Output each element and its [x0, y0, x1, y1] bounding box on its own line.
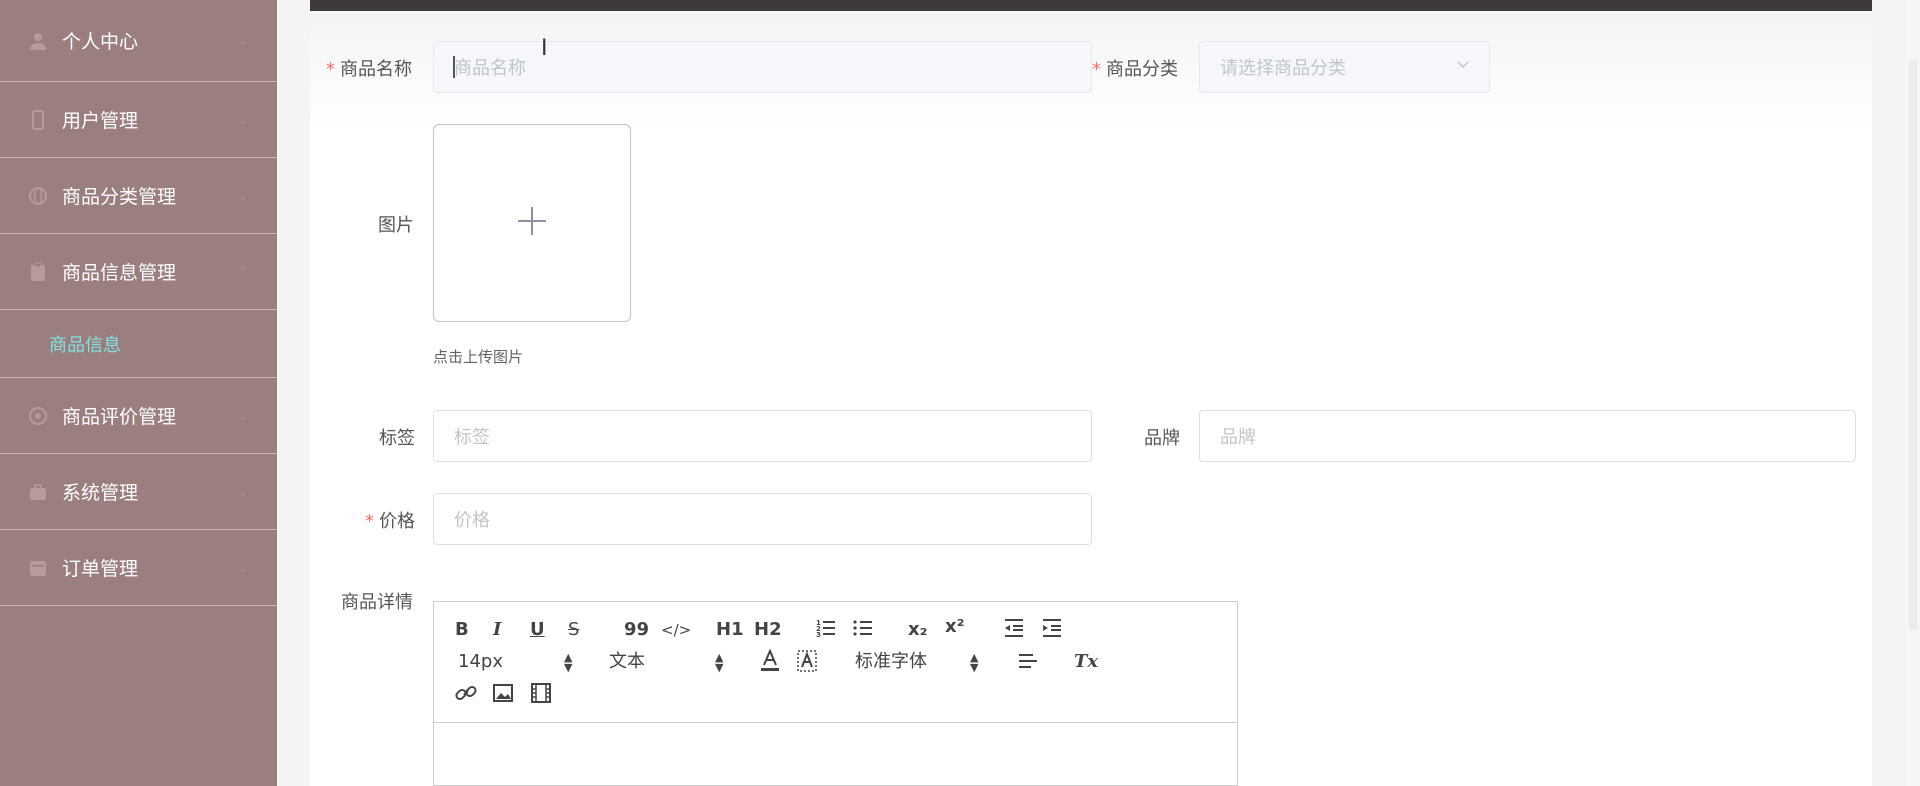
plus-icon [516, 205, 548, 241]
tag-placeholder: 标签 [454, 427, 490, 448]
ordered-list-icon[interactable]: 123 [815, 617, 837, 645]
underline-button[interactable]: U [530, 619, 545, 641]
brand-input[interactable]: 品牌 [1199, 410, 1856, 462]
block-format-value: 文本 [609, 651, 645, 672]
sidebar-item-label: 商品信息管理 [62, 262, 177, 284]
sidebar: 个人中心 ⌄ 用户管理 ⌄ 商品分类管理 ⌄ 商品信息管理 ⌃ 商品信息 商品评… [0, 0, 277, 786]
price-placeholder: 价格 [454, 510, 490, 531]
top-header-bar [310, 0, 1872, 11]
subscript-button[interactable]: x₂ [908, 619, 928, 641]
category-placeholder: 请选择商品分类 [1220, 58, 1346, 79]
chevron-down-icon: ⌄ [237, 187, 249, 204]
required-mark: * [365, 511, 374, 532]
sidebar-item-label: 订单管理 [62, 558, 139, 580]
tag-label: 标签 [379, 428, 415, 449]
clipboard-icon [28, 262, 48, 282]
price-input[interactable]: 价格 [433, 493, 1092, 545]
category-label-text: 商品分类 [1106, 59, 1178, 80]
chevron-down-icon: ⌄ [237, 559, 249, 576]
user-icon [28, 31, 48, 51]
sidebar-item-order-management[interactable]: 订单管理 ⌄ [0, 530, 277, 606]
bullet-list-icon[interactable] [852, 617, 874, 645]
product-name-label: * 商品名称 [326, 55, 412, 81]
link-icon[interactable] [455, 682, 477, 710]
globe-icon [28, 186, 48, 206]
sidebar-item-label: 商品分类管理 [62, 186, 177, 208]
sidebar-item-category-management[interactable]: 商品分类管理 ⌄ [0, 158, 277, 234]
code-button[interactable]: </> [661, 619, 691, 641]
italic-button[interactable]: I [493, 619, 501, 641]
font-family-value: 标准字体 [855, 651, 927, 672]
target-icon [28, 406, 48, 426]
category-select[interactable]: 请选择商品分类 [1199, 41, 1490, 93]
sidebar-item-label: 商品评价管理 [62, 406, 177, 428]
required-mark: * [1092, 59, 1101, 80]
tag-input[interactable]: 标签 [433, 410, 1092, 462]
font-size-select[interactable]: 14px ▲ ▼ [458, 651, 572, 673]
align-left-icon[interactable] [1017, 650, 1039, 678]
sidebar-item-label: 系统管理 [62, 482, 139, 504]
chevron-down-icon: ⌄ [237, 111, 249, 128]
rich-text-editor: B I U S 99 </> H1 H2 123 x₂ x² 14px ▲ ▼ 文… [433, 601, 1238, 786]
chevron-down-icon: ⌄ [237, 32, 249, 49]
page-scrollbar[interactable] [1906, 0, 1920, 786]
h1-button[interactable]: H1 [716, 619, 744, 641]
sidebar-subitem-label: 商品信息 [49, 334, 121, 356]
image-upload-box[interactable] [433, 124, 631, 322]
sidebar-item-personal-center[interactable]: 个人中心 ⌄ [0, 0, 277, 82]
product-name-label-text: 商品名称 [340, 59, 412, 80]
font-family-select[interactable]: 标准字体 ▲ ▼ [855, 651, 978, 673]
quote-button[interactable]: 99 [624, 619, 649, 641]
product-name-placeholder: 商品名称 [454, 58, 526, 79]
svg-text:3: 3 [816, 631, 821, 639]
outdent-icon[interactable] [1003, 617, 1025, 645]
required-mark: * [326, 59, 335, 80]
superscript-button[interactable]: x² [945, 616, 965, 638]
scrollbar-thumb[interactable] [1909, 60, 1917, 630]
h2-button[interactable]: H2 [754, 619, 782, 641]
clear-format-button[interactable]: Tx [1074, 651, 1098, 673]
briefcase-icon [28, 482, 48, 502]
select-arrows-icon: ▲ ▼ [715, 651, 724, 674]
sidebar-item-system-management[interactable]: 系统管理 ⌄ [0, 454, 277, 530]
phone-icon [28, 109, 48, 130]
select-arrows-icon: ▲ ▼ [564, 651, 573, 674]
brand-placeholder: 品牌 [1220, 427, 1256, 448]
price-label: * 价格 [365, 507, 415, 533]
chevron-up-icon: ⌃ [237, 263, 249, 280]
background-color-icon[interactable] [796, 649, 818, 679]
font-size-value: 14px [458, 651, 503, 672]
upload-hint: 点击上传图片 [433, 348, 524, 366]
image-icon[interactable] [492, 682, 514, 710]
chevron-down-icon: ⌄ [237, 407, 249, 424]
calendar-icon [28, 558, 48, 578]
sidebar-item-review-management[interactable]: 商品评价管理 ⌄ [0, 378, 277, 454]
chevron-down-icon [1455, 56, 1471, 76]
sidebar-item-product-info-management[interactable]: 商品信息管理 ⌃ [0, 234, 277, 310]
sidebar-item-label: 个人中心 [62, 31, 139, 53]
sidebar-item-user-management[interactable]: 用户管理 ⌄ [0, 82, 277, 158]
category-label: * 商品分类 [1092, 55, 1178, 81]
detail-label: 商品详情 [341, 592, 413, 613]
select-arrows-icon: ▲ ▼ [970, 651, 979, 674]
sidebar-subitem-product-info[interactable]: 商品信息 [0, 310, 277, 378]
chevron-down-icon: ⌄ [237, 483, 249, 500]
brand-label: 品牌 [1144, 428, 1180, 449]
block-format-select[interactable]: 文本 ▲ ▼ [609, 651, 723, 673]
bold-button[interactable]: B [455, 619, 469, 641]
strike-button[interactable]: S [568, 619, 579, 641]
indent-icon[interactable] [1041, 617, 1063, 645]
video-icon[interactable] [530, 682, 552, 710]
font-color-icon[interactable] [759, 648, 781, 679]
text-cursor-icon: I [541, 36, 548, 61]
sidebar-item-label: 用户管理 [62, 110, 139, 132]
editor-toolbar: B I U S 99 </> H1 H2 123 x₂ x² 14px ▲ ▼ 文… [434, 602, 1237, 723]
price-label-text: 价格 [379, 511, 415, 532]
image-label: 图片 [378, 215, 414, 236]
product-name-input[interactable]: 商品名称 [433, 41, 1092, 93]
